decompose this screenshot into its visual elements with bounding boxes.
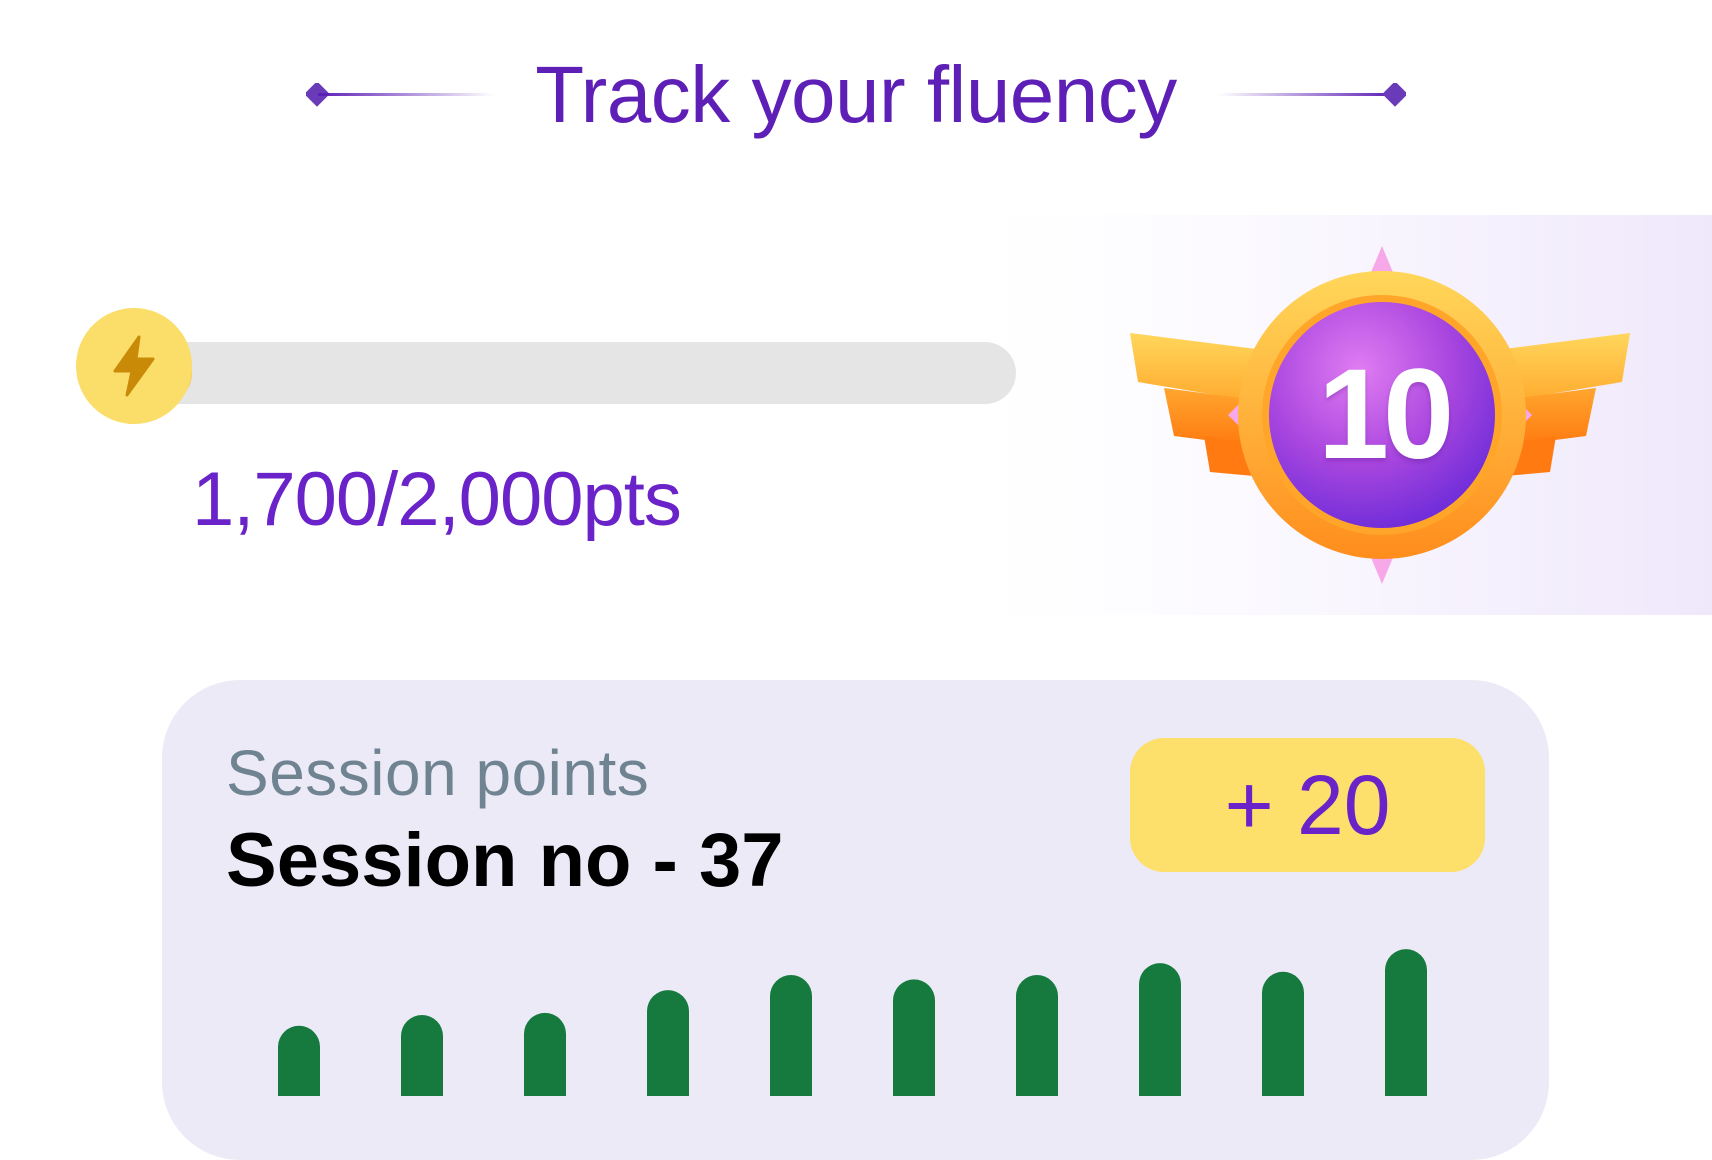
header: Track your fluency [0,40,1712,150]
chart-bar-10 [1385,949,1427,1096]
session-points-badge: + 20 [1130,738,1485,872]
chart-bar-9 [1262,971,1304,1096]
chart-bar-3 [524,1012,566,1096]
chart-bar-4 [647,990,689,1096]
chart-bar-5 [770,975,812,1096]
chart-bar-8 [1139,963,1181,1096]
points-progress-text: 1,700/2,000pts [192,457,682,542]
page-title: Track your fluency [535,50,1177,139]
left-diamond-line-ornament [306,83,494,107]
lightning-bolt-icon [76,308,192,424]
chart-bar-1 [278,1025,320,1096]
session-points-label: Session points [226,737,650,809]
session-title: Session no - 37 [226,818,784,903]
right-diamond-line-ornament [1218,83,1406,107]
progress-track [130,342,1016,404]
session-points-chart [278,949,1427,1096]
chart-bar-6 [893,979,935,1096]
level-number: 10 [1317,343,1454,486]
chart-bar-7 [1016,975,1058,1096]
chart-bar-2 [401,1015,443,1096]
